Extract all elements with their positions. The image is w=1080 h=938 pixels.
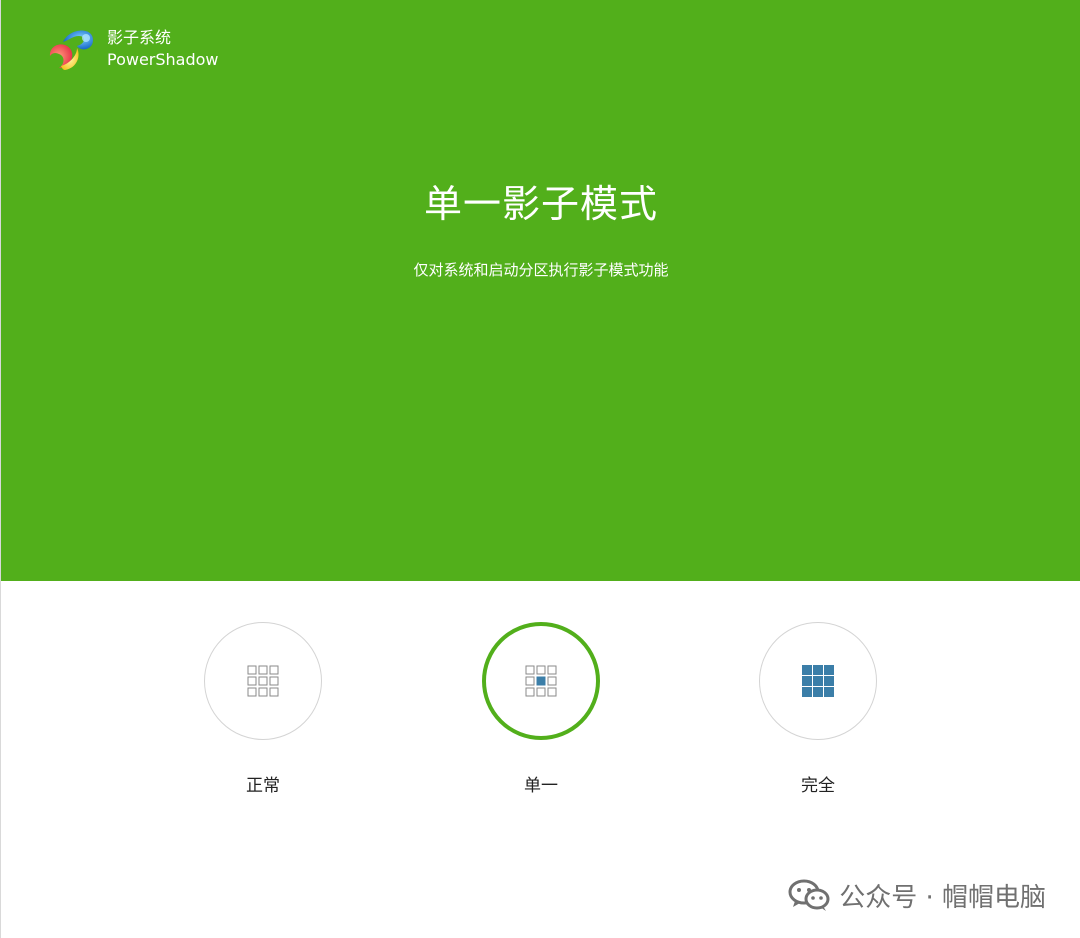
- mode-description: 仅对系统和启动分区执行影子模式功能: [413, 261, 669, 279]
- mode-circle-normal[interactable]: [204, 622, 322, 740]
- brand: 影子系统 PowerShadow: [47, 26, 247, 76]
- grid-full-icon: [802, 665, 834, 697]
- mode-option-normal[interactable]: 正常: [193, 622, 333, 802]
- wechat-icon: [788, 879, 830, 911]
- mode-option-full[interactable]: 完全: [748, 622, 888, 802]
- mode-title: 单一影子模式: [423, 182, 658, 226]
- hero-banner: 影子系统 PowerShadow 单一影子模式 仅对系统和启动分区执行影子模式功…: [1, 0, 1080, 581]
- powershadow-logo-icon: [49, 30, 93, 70]
- grid-center-icon: [525, 665, 557, 697]
- grid-empty-icon: [247, 665, 279, 697]
- watermark: 公众号 · 帽帽电脑: [787, 875, 1046, 915]
- mode-circle-single[interactable]: [482, 622, 600, 740]
- mode-label-full: 完全: [801, 776, 835, 796]
- app-window: 影子系统 PowerShadow 单一影子模式 仅对系统和启动分区执行影子模式功…: [0, 0, 1080, 938]
- brand-subtitle: PowerShadow: [107, 50, 219, 69]
- mode-option-single[interactable]: 单一: [471, 622, 611, 802]
- brand-name: 影子系统: [107, 28, 172, 47]
- mode-label-normal: 正常: [246, 776, 280, 796]
- mode-circle-full[interactable]: [759, 622, 877, 740]
- mode-label-single: 单一: [524, 776, 558, 796]
- watermark-text: 公众号 · 帽帽电脑: [839, 882, 1046, 913]
